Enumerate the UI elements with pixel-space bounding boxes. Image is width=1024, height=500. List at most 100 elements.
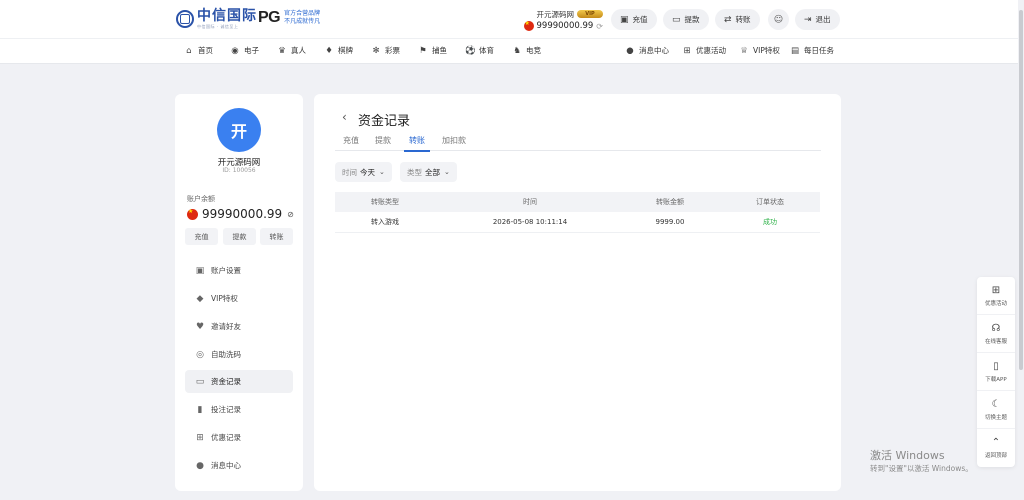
brand-logo[interactable]: 中信国际 中信国际 · 诚信至上: [176, 8, 257, 30]
nav-item-daily-tasks[interactable]: ▤ 每日任务: [790, 45, 834, 56]
time-filter-dropdown[interactable]: 时间 今天 ⌄: [335, 162, 392, 182]
nav-item-live[interactable]: ♛ 真人: [277, 45, 306, 56]
menu-item-fund-records[interactable]: ▭ 资金记录: [185, 370, 293, 393]
header-deposit-button[interactable]: ▣ 充值: [611, 9, 657, 30]
brand-tagline: 中信国际 · 诚信至上: [197, 24, 239, 29]
chess-icon: ♦: [325, 45, 333, 56]
header-balance: 99990000.99: [536, 21, 594, 31]
chip-icon: ◎: [196, 349, 204, 360]
menu-item-rebate[interactable]: ◎ 自助洗码: [185, 343, 293, 366]
esports-icon: ♞: [513, 45, 521, 56]
nav-item-promotions[interactable]: ⊞ 优惠活动: [682, 45, 726, 56]
float-back-to-top-button[interactable]: ⌃ 返回顶部: [977, 429, 1015, 467]
fund-records-panel: ‹ 资金记录 充值 提款 转账 加扣款 时间 今天 ⌄ 类型 全部 ⌄ 转账类型…: [314, 94, 841, 491]
nav-item-fishing[interactable]: ⚑ 捕鱼: [418, 45, 447, 56]
fish-icon: ⚑: [419, 45, 427, 56]
header-transfer-button[interactable]: ⇄ 转账: [715, 9, 760, 30]
pg-partner-logo: PG 官方合营品牌 不凡成就传凡: [258, 10, 320, 26]
lottery-icon: ✻: [372, 45, 380, 56]
float-support-button[interactable]: ☊ 在线客服: [977, 315, 1015, 353]
record-tabs: 充值 提款 转账 加扣款: [335, 134, 821, 152]
nav-item-vip[interactable]: ♕ VIP特权: [739, 45, 780, 56]
tab-adjustment[interactable]: 加扣款: [442, 134, 466, 151]
cell-time: 2026-05-08 10:11:14: [492, 218, 568, 226]
chevron-down-icon: ⌄: [379, 168, 385, 176]
header-logout-button[interactable]: ⇥ 退出: [795, 9, 840, 30]
nav-item-chess[interactable]: ♦ 棋牌: [324, 45, 353, 56]
id-card-icon: ▣: [195, 265, 205, 276]
brand-emblem-icon: [176, 10, 194, 28]
nav-item-messages[interactable]: ● 消息中心: [625, 45, 669, 56]
chevron-down-icon: ⌄: [444, 168, 450, 176]
wallet-icon: ▣: [620, 14, 629, 25]
menu-item-promo-records[interactable]: ⊞ 优惠记录: [185, 426, 293, 449]
pg-tagline-2: 不凡成就传凡: [284, 18, 321, 25]
logout-icon: ⇥: [804, 14, 812, 25]
back-chevron-icon[interactable]: ‹: [342, 110, 347, 124]
invite-icon: ♥: [195, 321, 205, 332]
column-header-type: 转账类型: [371, 198, 399, 206]
tab-deposit[interactable]: 充值: [343, 134, 359, 151]
nav-item-home[interactable]: ⌂ 首页: [184, 45, 213, 56]
card-icon: ▭: [672, 14, 681, 25]
moon-icon: ☾: [991, 398, 1001, 410]
profile-transfer-button[interactable]: 转账: [260, 228, 293, 245]
table-header: 转账类型 时间 转账金额 订单状态: [335, 192, 820, 212]
user-profile-icon[interactable]: ☺: [768, 9, 789, 30]
refresh-icon[interactable]: ⟳: [596, 22, 603, 31]
menu-item-vip[interactable]: ◆ VIP特权: [185, 287, 293, 310]
windows-activation-watermark: 激活 Windows 转到"设置"以激活 Windows。: [870, 449, 973, 473]
gift-icon: ⊞: [991, 284, 1001, 296]
profile-balance: 99990000.99: [202, 207, 283, 221]
china-flag-icon: [187, 208, 198, 220]
cell-transfer-type: 转入游戏: [371, 218, 399, 226]
message-icon: ●: [196, 460, 204, 471]
float-promotions-button[interactable]: ⊞ 优惠活动: [977, 277, 1015, 315]
page-scrollbar-thumb[interactable]: [1019, 10, 1023, 370]
live-icon: ♛: [278, 45, 286, 56]
type-filter-dropdown[interactable]: 类型 全部 ⌄: [400, 162, 457, 182]
home-icon: ⌂: [186, 45, 192, 56]
nav-item-esports[interactable]: ♞ 电竞: [512, 45, 541, 56]
header-username: 开元源码网: [536, 9, 575, 19]
transfer-records-table: 转账类型 时间 转账金额 订单状态 转入游戏 2026-05-08 10:11:…: [335, 192, 820, 233]
pg-tagline-1: 官方合营品牌: [284, 10, 321, 17]
diamond-icon: ◆: [196, 293, 204, 304]
vip-badge: VIP: [577, 10, 603, 18]
brand-name: 中信国际: [197, 8, 257, 24]
avatar[interactable]: 开: [217, 108, 261, 152]
floating-toolbar: ⊞ 优惠活动 ☊ 在线客服 ▯ 下载APP ☾ 切换主题 ⌃ 返回顶部: [977, 277, 1015, 467]
pg-logo: PG: [258, 9, 281, 26]
header-user-info: 开元源码网 VIP 99990000.99 ⟳: [523, 9, 603, 31]
nav-item-lottery[interactable]: ✻ 彩票: [371, 45, 400, 56]
page-title: 资金记录: [358, 114, 411, 129]
clipboard-icon: ▮: [197, 404, 203, 415]
sports-icon: ⚽: [465, 45, 476, 56]
gift-icon: ⊞: [196, 432, 204, 443]
float-download-app-button[interactable]: ▯ 下载APP: [977, 353, 1015, 391]
profile-withdraw-button[interactable]: 提款: [223, 228, 256, 245]
top-header: 中信国际 中信国际 · 诚信至上 PG 官方合营品牌 不凡成就传凡 开元源码网 …: [0, 0, 1024, 64]
column-header-amount: 转账金额: [656, 198, 684, 206]
main-nav: ⌂ 首页 ◉ 电子 ♛ 真人 ♦ 棋牌 ✻ 彩票 ⚑ 捕鱼 ⚽ 体育 ♞ 电竞 ● 消息中心 ⊞ 优…: [0, 38, 1024, 63]
header-withdraw-button[interactable]: ▭ 提款: [663, 9, 709, 30]
headset-icon: ☊: [991, 322, 1001, 334]
menu-item-invite[interactable]: ♥ 邀请好友: [185, 315, 293, 338]
tab-withdraw[interactable]: 提款: [375, 134, 391, 151]
profile-deposit-button[interactable]: 充值: [185, 228, 218, 245]
tab-transfer[interactable]: 转账: [404, 134, 430, 152]
menu-item-messages[interactable]: ● 消息中心: [185, 454, 293, 477]
column-header-time: 时间: [523, 198, 537, 206]
menu-item-account-settings[interactable]: ▣ 账户设置: [185, 259, 293, 282]
profile-user-id: ID: 100056: [222, 167, 256, 174]
balance-row: 99990000.99 ⊘: [187, 207, 294, 221]
nav-item-sports[interactable]: ⚽ 体育: [465, 45, 494, 56]
transfer-icon: ⇄: [724, 14, 732, 25]
phone-icon: ▯: [993, 360, 999, 372]
menu-item-bet-records[interactable]: ▮ 投注记录: [185, 398, 293, 421]
eye-slash-icon[interactable]: ⊘: [287, 210, 294, 219]
china-flag-icon: [523, 20, 534, 31]
nav-item-slots[interactable]: ◉ 电子: [230, 45, 259, 56]
wallet-icon: ▭: [195, 376, 205, 387]
float-theme-button[interactable]: ☾ 切换主题: [977, 391, 1015, 429]
